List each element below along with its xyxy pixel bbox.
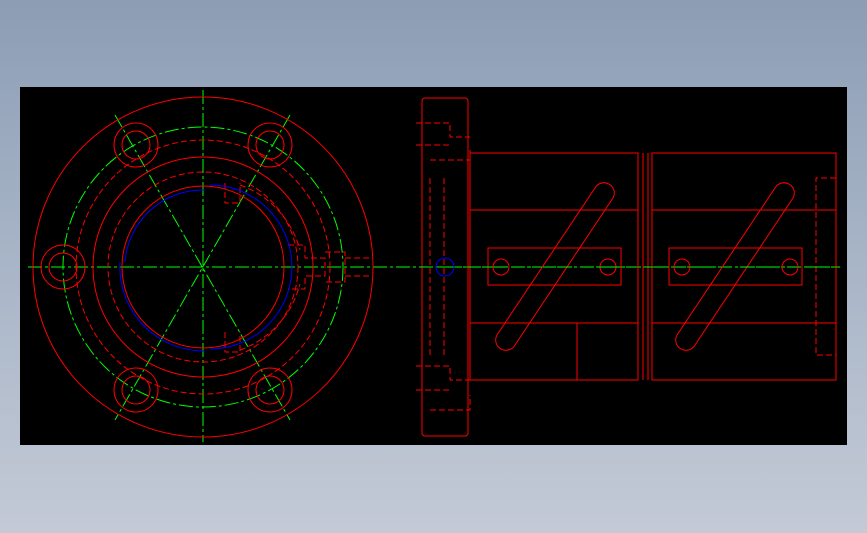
side-view <box>416 97 840 437</box>
bolt-hole-top-right <box>255 130 285 160</box>
bolt-hole-top-left <box>121 130 151 160</box>
cad-drawing-canvas[interactable] <box>20 87 847 445</box>
flange-bolt-hidden-top <box>416 122 471 161</box>
flange-bolt-hidden-bottom <box>416 365 471 411</box>
cad-drawing <box>28 90 840 442</box>
front-view <box>28 90 840 442</box>
bolt-hole-top-left-counterbore <box>113 122 159 168</box>
bolt-hole-top-right-counterbore <box>247 122 293 168</box>
